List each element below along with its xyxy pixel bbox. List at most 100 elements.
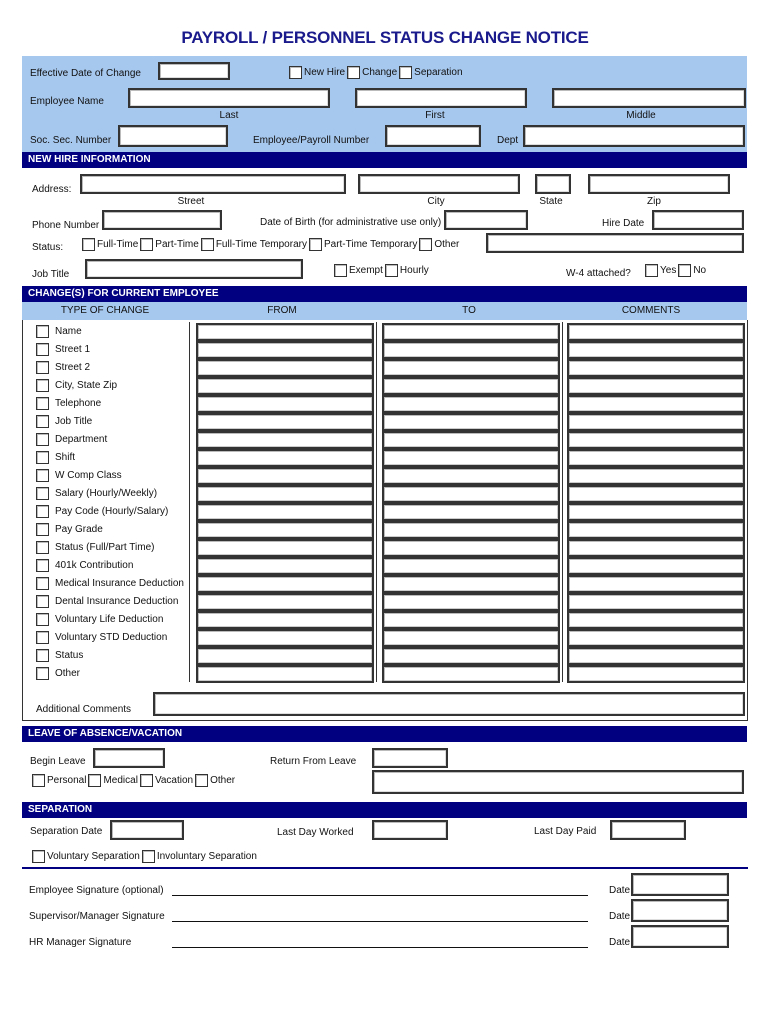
job-title-input[interactable]: [85, 259, 303, 279]
change-to-input[interactable]: [382, 575, 560, 593]
change-checkbox[interactable]: [347, 66, 361, 79]
full-time-checkbox[interactable]: [82, 238, 95, 251]
change-from-input[interactable]: [196, 539, 374, 557]
hr-signature-line[interactable]: [172, 947, 588, 948]
change-from-input[interactable]: [196, 485, 374, 503]
employee-date-input[interactable]: [631, 873, 729, 896]
hourly-checkbox[interactable]: [384, 264, 398, 277]
change-comments-input[interactable]: [567, 593, 745, 611]
change-to-input[interactable]: [382, 377, 560, 395]
change-item-checkbox[interactable]: [36, 541, 49, 554]
payroll-number-input[interactable]: [385, 125, 481, 147]
personal-checkbox[interactable]: [32, 774, 45, 787]
change-from-input[interactable]: [196, 449, 374, 467]
change-to-input[interactable]: [382, 413, 560, 431]
change-item-checkbox[interactable]: [36, 667, 49, 680]
street-input[interactable]: [80, 174, 346, 194]
w4-no-checkbox[interactable]: [678, 264, 692, 277]
change-comments-input[interactable]: [567, 611, 745, 629]
voluntary-separation-checkbox[interactable]: [32, 850, 45, 863]
new-hire-checkbox[interactable]: [289, 66, 302, 79]
change-from-input[interactable]: [196, 647, 374, 665]
change-to-input[interactable]: [382, 539, 560, 557]
change-to-input[interactable]: [382, 467, 560, 485]
change-from-input[interactable]: [196, 593, 374, 611]
w4-yes-checkbox[interactable]: [645, 264, 658, 277]
change-comments-input[interactable]: [567, 377, 745, 395]
last-day-paid-input[interactable]: [610, 820, 686, 840]
change-from-input[interactable]: [196, 665, 374, 683]
change-to-input[interactable]: [382, 665, 560, 683]
ssn-input[interactable]: [118, 125, 228, 147]
change-from-input[interactable]: [196, 359, 374, 377]
change-from-input[interactable]: [196, 395, 374, 413]
return-leave-input[interactable]: [372, 748, 448, 768]
change-from-input[interactable]: [196, 521, 374, 539]
change-comments-input[interactable]: [567, 557, 745, 575]
involuntary-separation-checkbox[interactable]: [141, 850, 155, 863]
leave-other-input[interactable]: [372, 770, 744, 794]
change-to-input[interactable]: [382, 629, 560, 647]
change-comments-input[interactable]: [567, 485, 745, 503]
change-item-checkbox[interactable]: [36, 487, 49, 500]
change-from-input[interactable]: [196, 503, 374, 521]
effective-date-input[interactable]: [158, 62, 230, 80]
change-comments-input[interactable]: [567, 341, 745, 359]
hr-date-input[interactable]: [631, 925, 729, 948]
change-item-checkbox[interactable]: [36, 595, 49, 608]
change-from-input[interactable]: [196, 341, 374, 359]
dob-input[interactable]: [444, 210, 528, 230]
city-input[interactable]: [358, 174, 520, 194]
change-comments-input[interactable]: [567, 323, 745, 341]
dept-input[interactable]: [523, 125, 745, 147]
change-from-input[interactable]: [196, 575, 374, 593]
change-to-input[interactable]: [382, 647, 560, 665]
change-from-input[interactable]: [196, 431, 374, 449]
change-from-input[interactable]: [196, 557, 374, 575]
change-from-input[interactable]: [196, 467, 374, 485]
last-day-worked-input[interactable]: [372, 820, 448, 840]
supervisor-signature-line[interactable]: [172, 921, 588, 922]
change-to-input[interactable]: [382, 341, 560, 359]
status-other-checkbox[interactable]: [419, 238, 433, 251]
change-to-input[interactable]: [382, 431, 560, 449]
exempt-checkbox[interactable]: [334, 264, 347, 277]
change-comments-input[interactable]: [567, 431, 745, 449]
change-from-input[interactable]: [196, 377, 374, 395]
change-from-input[interactable]: [196, 413, 374, 431]
change-comments-input[interactable]: [567, 521, 745, 539]
change-to-input[interactable]: [382, 485, 560, 503]
change-item-checkbox[interactable]: [36, 559, 49, 572]
change-to-input[interactable]: [382, 323, 560, 341]
change-item-checkbox[interactable]: [36, 523, 49, 536]
change-item-checkbox[interactable]: [36, 577, 49, 590]
change-to-input[interactable]: [382, 449, 560, 467]
change-item-checkbox[interactable]: [36, 649, 49, 662]
phone-input[interactable]: [102, 210, 222, 230]
change-to-input[interactable]: [382, 521, 560, 539]
last-name-input[interactable]: [128, 88, 330, 108]
change-comments-input[interactable]: [567, 539, 745, 557]
change-comments-input[interactable]: [567, 359, 745, 377]
first-name-input[interactable]: [355, 88, 527, 108]
additional-comments-input[interactable]: [153, 692, 745, 716]
change-from-input[interactable]: [196, 323, 374, 341]
change-comments-input[interactable]: [567, 503, 745, 521]
change-comments-input[interactable]: [567, 467, 745, 485]
change-from-input[interactable]: [196, 611, 374, 629]
hire-date-input[interactable]: [652, 210, 744, 230]
change-comments-input[interactable]: [567, 665, 745, 683]
change-item-checkbox[interactable]: [36, 397, 49, 410]
change-item-checkbox[interactable]: [36, 613, 49, 626]
change-item-checkbox[interactable]: [36, 361, 49, 374]
change-to-input[interactable]: [382, 395, 560, 413]
middle-name-input[interactable]: [552, 88, 746, 108]
supervisor-date-input[interactable]: [631, 899, 729, 922]
state-input[interactable]: [535, 174, 571, 194]
change-item-checkbox[interactable]: [36, 505, 49, 518]
change-to-input[interactable]: [382, 593, 560, 611]
vacation-checkbox[interactable]: [139, 774, 153, 787]
part-time-temporary-checkbox[interactable]: [308, 238, 322, 251]
leave-other-checkbox[interactable]: [195, 774, 209, 787]
change-item-checkbox[interactable]: [36, 433, 49, 446]
